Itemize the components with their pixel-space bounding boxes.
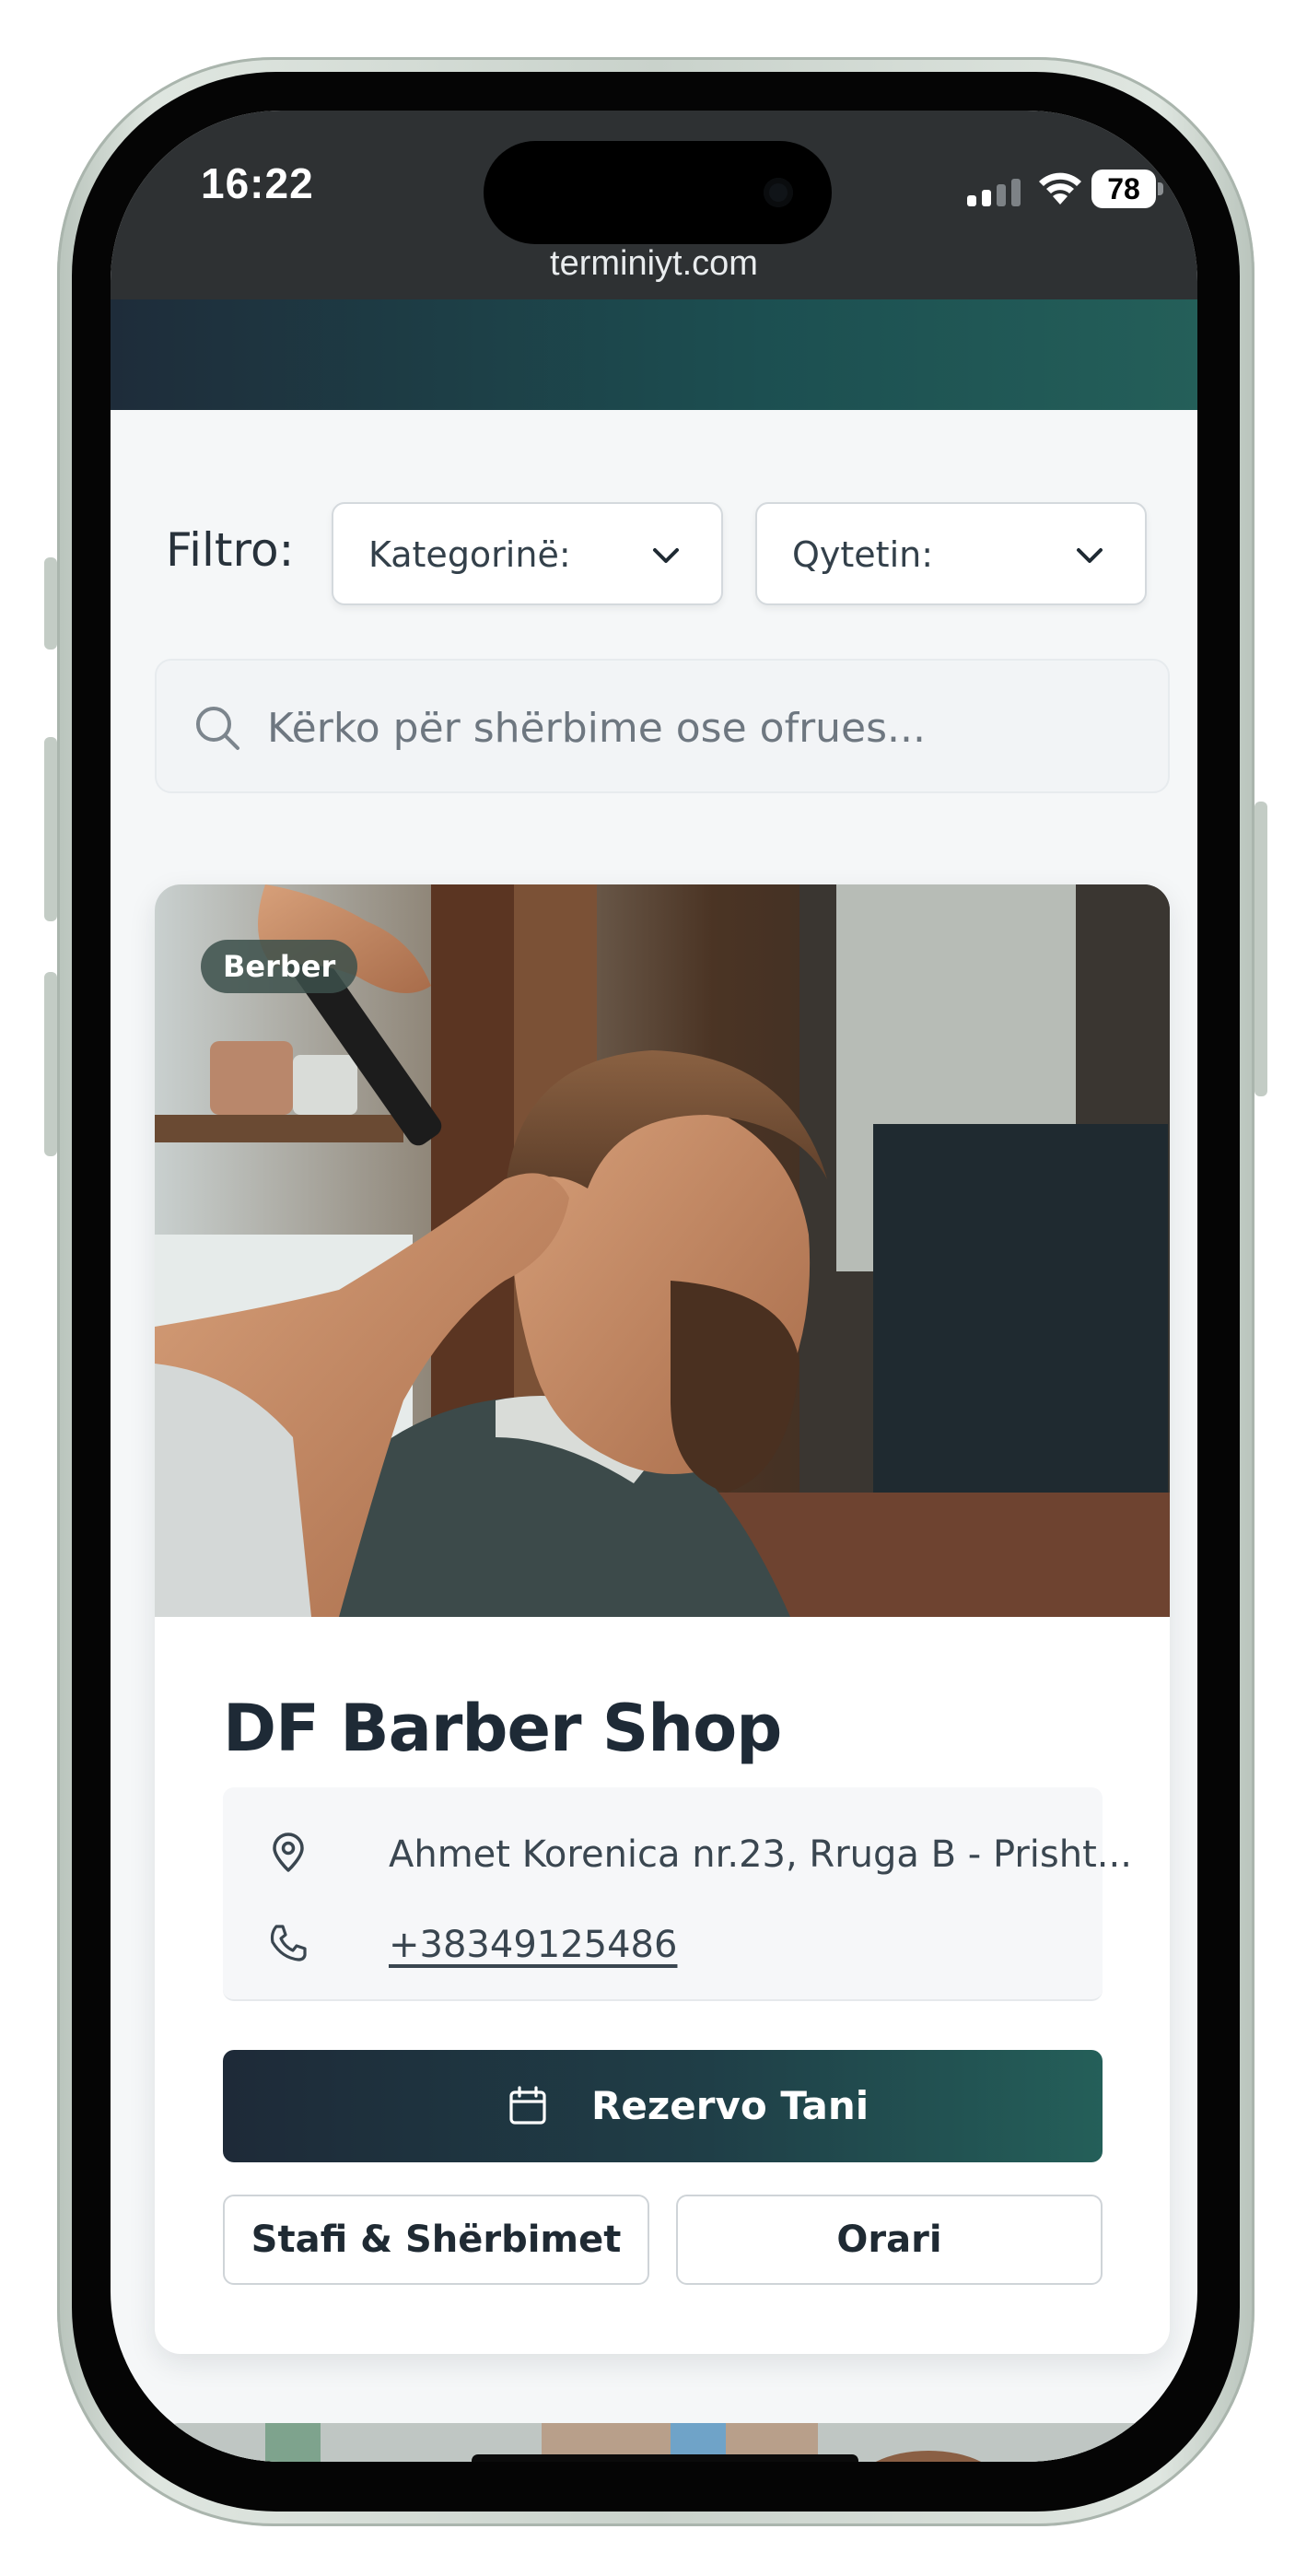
barber-photo-illustration bbox=[155, 884, 1170, 1617]
calendar-icon bbox=[509, 2086, 546, 2125]
category-select-label: Kategorinë: bbox=[368, 534, 571, 575]
volume-up-button bbox=[44, 737, 57, 921]
camera-icon bbox=[764, 178, 793, 207]
phone-icon bbox=[270, 1925, 307, 1961]
book-now-button[interactable]: Rezervo Tani bbox=[223, 2050, 1103, 2162]
action-button bbox=[44, 557, 57, 650]
status-bar: 16:22 78 terminiyt.com bbox=[111, 111, 1197, 299]
cellular-signal-icon bbox=[967, 179, 1022, 206]
volume-down-button bbox=[44, 972, 57, 1156]
phone-link[interactable]: +38349125486 bbox=[389, 1924, 677, 1966]
chevron-down-icon bbox=[653, 548, 679, 563]
map-pin-icon bbox=[273, 1832, 304, 1872]
address-bar-url[interactable]: terminiyt.com bbox=[111, 244, 1197, 284]
search-icon bbox=[196, 707, 239, 750]
book-now-label: Rezervo Tani bbox=[591, 2083, 869, 2128]
home-indicator[interactable] bbox=[472, 2454, 858, 2462]
chevron-down-icon bbox=[1077, 548, 1103, 563]
search-placeholder: Kërko për shërbime ose ofrues... bbox=[267, 705, 926, 752]
provider-photo: Berber bbox=[155, 884, 1170, 1617]
filter-label: Filtro: bbox=[166, 523, 295, 577]
battery-level: 78 bbox=[1091, 170, 1156, 208]
power-button bbox=[1254, 802, 1267, 1096]
battery-icon: 78 bbox=[1091, 170, 1163, 208]
hours-button[interactable]: Orari bbox=[676, 2195, 1103, 2285]
dynamic-island bbox=[484, 141, 832, 244]
contact-info: Ahmet Korenica nr.23, Rruga B - Prisht..… bbox=[223, 1787, 1132, 2001]
screen: 16:22 78 terminiyt.com Filtro: Kategorin… bbox=[111, 111, 1197, 2462]
site-header bbox=[111, 299, 1197, 410]
category-badge: Berber bbox=[201, 940, 358, 993]
category-select[interactable]: Kategorinë: bbox=[332, 502, 723, 605]
wifi-icon bbox=[1039, 172, 1081, 205]
status-time: 16:22 bbox=[201, 159, 314, 207]
city-select[interactable]: Qytetin: bbox=[755, 502, 1147, 605]
staff-services-button[interactable]: Stafi & Shërbimet bbox=[223, 2195, 649, 2285]
provider-card[interactable]: Berber DF Barber Shop Ahmet Korenica nr.… bbox=[155, 884, 1170, 2354]
provider-name: DF Barber Shop bbox=[223, 1691, 782, 1766]
city-select-label: Qytetin: bbox=[792, 534, 934, 575]
address-text: Ahmet Korenica nr.23, Rruga B - Prisht..… bbox=[389, 1833, 1132, 1876]
search-input[interactable]: Kërko për shërbime ose ofrues... bbox=[155, 659, 1170, 793]
